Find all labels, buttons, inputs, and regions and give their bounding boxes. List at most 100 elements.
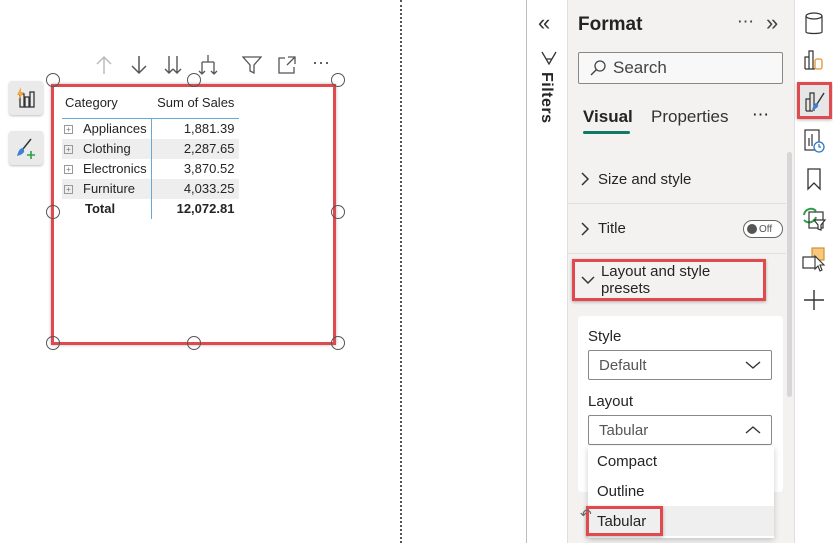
layout-options-list: Compact Outline Tabular bbox=[586, 446, 774, 538]
drill-down-button[interactable] bbox=[128, 54, 150, 76]
resize-handle-left[interactable] bbox=[46, 205, 60, 219]
layout-value: Tabular bbox=[599, 421, 649, 439]
filters-funnel[interactable] bbox=[541, 50, 557, 71]
build-visual-button[interactable] bbox=[800, 45, 828, 73]
section-layout-and-style-presets[interactable]: Layout and style presets bbox=[572, 259, 766, 301]
category-label: Electronics bbox=[83, 161, 147, 176]
row-value-cell: 1,881.39 bbox=[183, 121, 235, 137]
focus-mode-icon bbox=[278, 56, 296, 74]
selection-pane-button[interactable] bbox=[800, 245, 828, 273]
more-options-icon: ⋯ bbox=[312, 52, 330, 73]
active-tab-indicator bbox=[583, 131, 630, 134]
tab-properties[interactable]: Properties bbox=[651, 107, 728, 127]
tab-visual[interactable]: Visual bbox=[583, 107, 633, 127]
more-options-button[interactable]: ⋯ bbox=[310, 52, 332, 74]
format-painter-add-icon bbox=[17, 138, 35, 159]
expand-hierarchy-button[interactable] bbox=[197, 54, 219, 76]
layout-option-compact[interactable]: Compact bbox=[588, 446, 774, 476]
search-input[interactable]: Search bbox=[578, 52, 783, 84]
add-icon bbox=[804, 290, 824, 310]
format-pane-scrollbar[interactable] bbox=[787, 152, 792, 397]
page-boundary-line bbox=[400, 0, 402, 543]
style-dropdown[interactable]: Default bbox=[588, 350, 772, 380]
layout-dropdown[interactable]: Tabular bbox=[588, 415, 772, 445]
data-pane-button[interactable] bbox=[800, 10, 828, 38]
search-icon bbox=[590, 60, 606, 76]
analytics-icon bbox=[804, 129, 825, 153]
expand-filters-button[interactable]: « bbox=[538, 10, 550, 36]
format-visual-button[interactable] bbox=[797, 82, 832, 119]
resize-handle-bottom-right[interactable] bbox=[331, 336, 345, 350]
toggle-state-label: Off bbox=[759, 223, 773, 235]
resize-handle-top[interactable] bbox=[187, 73, 201, 87]
more-options-icon: ⋯ bbox=[752, 105, 769, 124]
category-label: Clothing bbox=[83, 141, 131, 156]
add-pane-button[interactable] bbox=[800, 286, 828, 314]
column-header-category[interactable]: Category bbox=[62, 91, 152, 119]
table-row: + Electronics 3,870.52 bbox=[62, 158, 239, 179]
total-label: Total bbox=[62, 198, 152, 219]
total-row: Total 12,072.81 bbox=[62, 198, 239, 219]
expand-icon[interactable]: + bbox=[64, 125, 73, 135]
format-painter-button[interactable] bbox=[9, 131, 43, 165]
reset-icon[interactable]: ↶ bbox=[580, 506, 592, 523]
category-label: Furniture bbox=[83, 181, 136, 196]
section-label: Size and style bbox=[598, 170, 692, 188]
quick-insights-button[interactable] bbox=[9, 81, 43, 115]
total-value: 12,072.81 bbox=[176, 201, 235, 216]
resize-handle-bottom-left[interactable] bbox=[46, 336, 60, 350]
expand-icon[interactable]: + bbox=[64, 145, 73, 155]
resize-handle-right[interactable] bbox=[331, 205, 345, 219]
search-placeholder: Search bbox=[613, 58, 667, 77]
filters-label[interactable]: Filters bbox=[537, 72, 555, 124]
next-level-button[interactable] bbox=[162, 54, 184, 76]
focus-mode-button[interactable] bbox=[276, 54, 298, 76]
chevron-double-right-icon: » bbox=[766, 10, 779, 35]
layout-label: Layout bbox=[588, 393, 634, 410]
bookmarks-button[interactable] bbox=[800, 165, 828, 193]
drill-up-button[interactable] bbox=[93, 54, 115, 76]
expand-hierarchy-icon bbox=[198, 55, 218, 75]
layout-option-outline[interactable]: Outline bbox=[588, 476, 774, 506]
matrix-visual[interactable]: Category Sum of Sales + Appliances 1,881.… bbox=[51, 84, 336, 345]
matrix-header-row: Category Sum of Sales bbox=[62, 91, 240, 119]
arrow-down-icon bbox=[131, 56, 147, 75]
expand-icon[interactable]: + bbox=[64, 165, 73, 175]
bookmark-icon bbox=[807, 168, 821, 191]
row-value-cell: 2,287.65 bbox=[151, 138, 240, 159]
resize-handle-top-right[interactable] bbox=[331, 73, 345, 87]
double-arrow-down-icon bbox=[164, 56, 182, 74]
analytics-button[interactable] bbox=[800, 127, 828, 155]
style-label: Style bbox=[588, 328, 622, 345]
resize-handle-bottom[interactable] bbox=[187, 336, 201, 350]
title-toggle[interactable]: Off bbox=[743, 220, 783, 238]
resize-handle-top-left[interactable] bbox=[46, 73, 60, 87]
row-category-cell: + Appliances bbox=[62, 118, 152, 139]
chevron-double-left-icon: « bbox=[538, 10, 551, 35]
build-visual-icon bbox=[804, 50, 823, 70]
row-category-cell: + Clothing bbox=[62, 138, 152, 159]
collapse-format-pane-button[interactable]: » bbox=[766, 10, 778, 36]
filter-icon bbox=[242, 56, 262, 75]
toggle-knob bbox=[747, 224, 757, 234]
section-label: Title bbox=[598, 220, 626, 237]
format-more-button[interactable]: ⋯ bbox=[737, 12, 754, 32]
option-label: Tabular bbox=[597, 512, 647, 530]
more-options-icon: ⋯ bbox=[737, 12, 754, 31]
sync-slicers-button[interactable] bbox=[800, 205, 828, 233]
table-row: + Appliances 1,881.39 bbox=[62, 118, 239, 139]
row-value-cell: 4,033.25 bbox=[151, 178, 240, 199]
expand-icon[interactable]: + bbox=[64, 185, 73, 195]
section-size-and-style[interactable]: Size and style bbox=[568, 155, 786, 204]
chevron-right-icon bbox=[581, 221, 590, 236]
sync-slicers-icon bbox=[803, 207, 827, 231]
chevron-right-icon bbox=[581, 172, 590, 186]
tabs-more-button[interactable]: ⋯ bbox=[752, 105, 769, 125]
filter-button[interactable] bbox=[241, 54, 263, 76]
format-visual-icon bbox=[804, 91, 825, 112]
arrow-up-icon bbox=[96, 55, 112, 74]
table-row: + Clothing 2,287.65 bbox=[62, 138, 240, 159]
layout-option-tabular[interactable]: Tabular bbox=[586, 506, 774, 536]
chevron-down-icon bbox=[581, 276, 595, 285]
column-header-sum-of-sales[interactable]: Sum of Sales bbox=[151, 91, 240, 119]
